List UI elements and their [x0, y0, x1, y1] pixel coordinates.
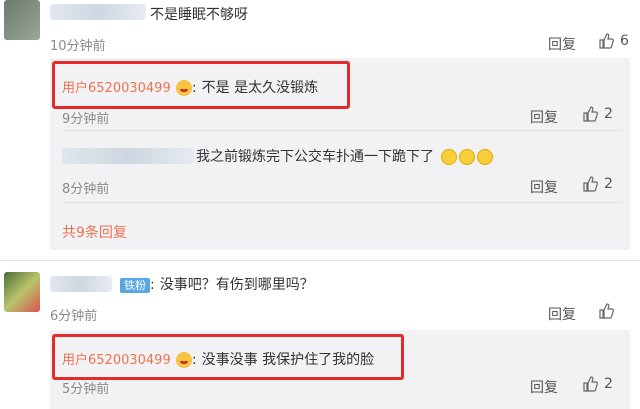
- avatar[interactable]: [4, 272, 40, 312]
- comment-time: 10分钟前: [50, 39, 106, 54]
- redacted-username: [50, 276, 112, 292]
- thumbs-up-icon: [599, 303, 614, 319]
- like-button[interactable]: [598, 303, 620, 319]
- reply-text: 不是 是太久没锻炼: [201, 80, 319, 96]
- reply-button[interactable]: 回复: [530, 107, 558, 127]
- redacted-username: [50, 4, 146, 20]
- reply-button[interactable]: 回复: [548, 304, 576, 324]
- comment-row: 铁粉: 没事吧？有伤到哪里吗？: [120, 274, 314, 294]
- thumbs-up-icon: [583, 376, 598, 392]
- like-button[interactable]: 2: [582, 106, 613, 122]
- reply-text: 我之前锻炼完下公交车扑通一下跪下了: [196, 149, 434, 165]
- comment-text: 没事吧？有伤到哪里吗？: [159, 277, 314, 293]
- crying-emoji-icon: [459, 148, 476, 165]
- divider: [62, 130, 622, 131]
- reply-username[interactable]: 用户6520030499: [62, 353, 171, 368]
- divider: [62, 202, 622, 203]
- reply-time: 9分钟前: [62, 112, 110, 127]
- reply-button[interactable]: 回复: [530, 177, 558, 197]
- reply-row: 用户6520030499 : 不是 是太久没锻炼: [62, 79, 319, 96]
- avatar[interactable]: [4, 0, 40, 40]
- reply-username[interactable]: 用户6520030499: [62, 81, 171, 96]
- reply-row: 我之前锻炼完下公交车扑通一下跪下了: [196, 146, 494, 166]
- divider: [0, 260, 640, 261]
- comment-text: 不是睡眠不够呀: [150, 7, 248, 23]
- like-button[interactable]: 2: [582, 176, 613, 192]
- like-button[interactable]: 6: [598, 33, 629, 49]
- like-count: 2: [604, 176, 613, 192]
- reply-text: 没事没事 我保护住了我的脸: [201, 352, 375, 368]
- thumbs-up-icon: [583, 106, 598, 122]
- thumbs-up-icon: [599, 33, 614, 49]
- crying-emoji-icon: [477, 148, 494, 165]
- reply-time: 5分钟前: [62, 382, 110, 397]
- reply-button[interactable]: 回复: [530, 377, 558, 397]
- like-count: 2: [604, 106, 613, 122]
- reply-button[interactable]: 回复: [548, 34, 576, 54]
- crying-emoji-icon: [441, 148, 458, 165]
- reply-row: 用户6520030499 : 没事没事 我保护住了我的脸: [62, 351, 375, 368]
- view-all-replies-link[interactable]: 共9条回复: [62, 222, 127, 242]
- thumbs-up-icon: [583, 176, 598, 192]
- smile-emoji-icon: [175, 79, 192, 96]
- like-count: 6: [620, 33, 629, 49]
- fan-badge: 铁粉: [120, 278, 150, 293]
- reply-time: 8分钟前: [62, 182, 110, 197]
- comment-time: 6分钟前: [50, 309, 98, 324]
- like-button[interactable]: 2: [582, 376, 613, 392]
- like-count: 2: [604, 376, 613, 392]
- smile-emoji-icon: [175, 351, 192, 368]
- redacted-username: [62, 148, 194, 164]
